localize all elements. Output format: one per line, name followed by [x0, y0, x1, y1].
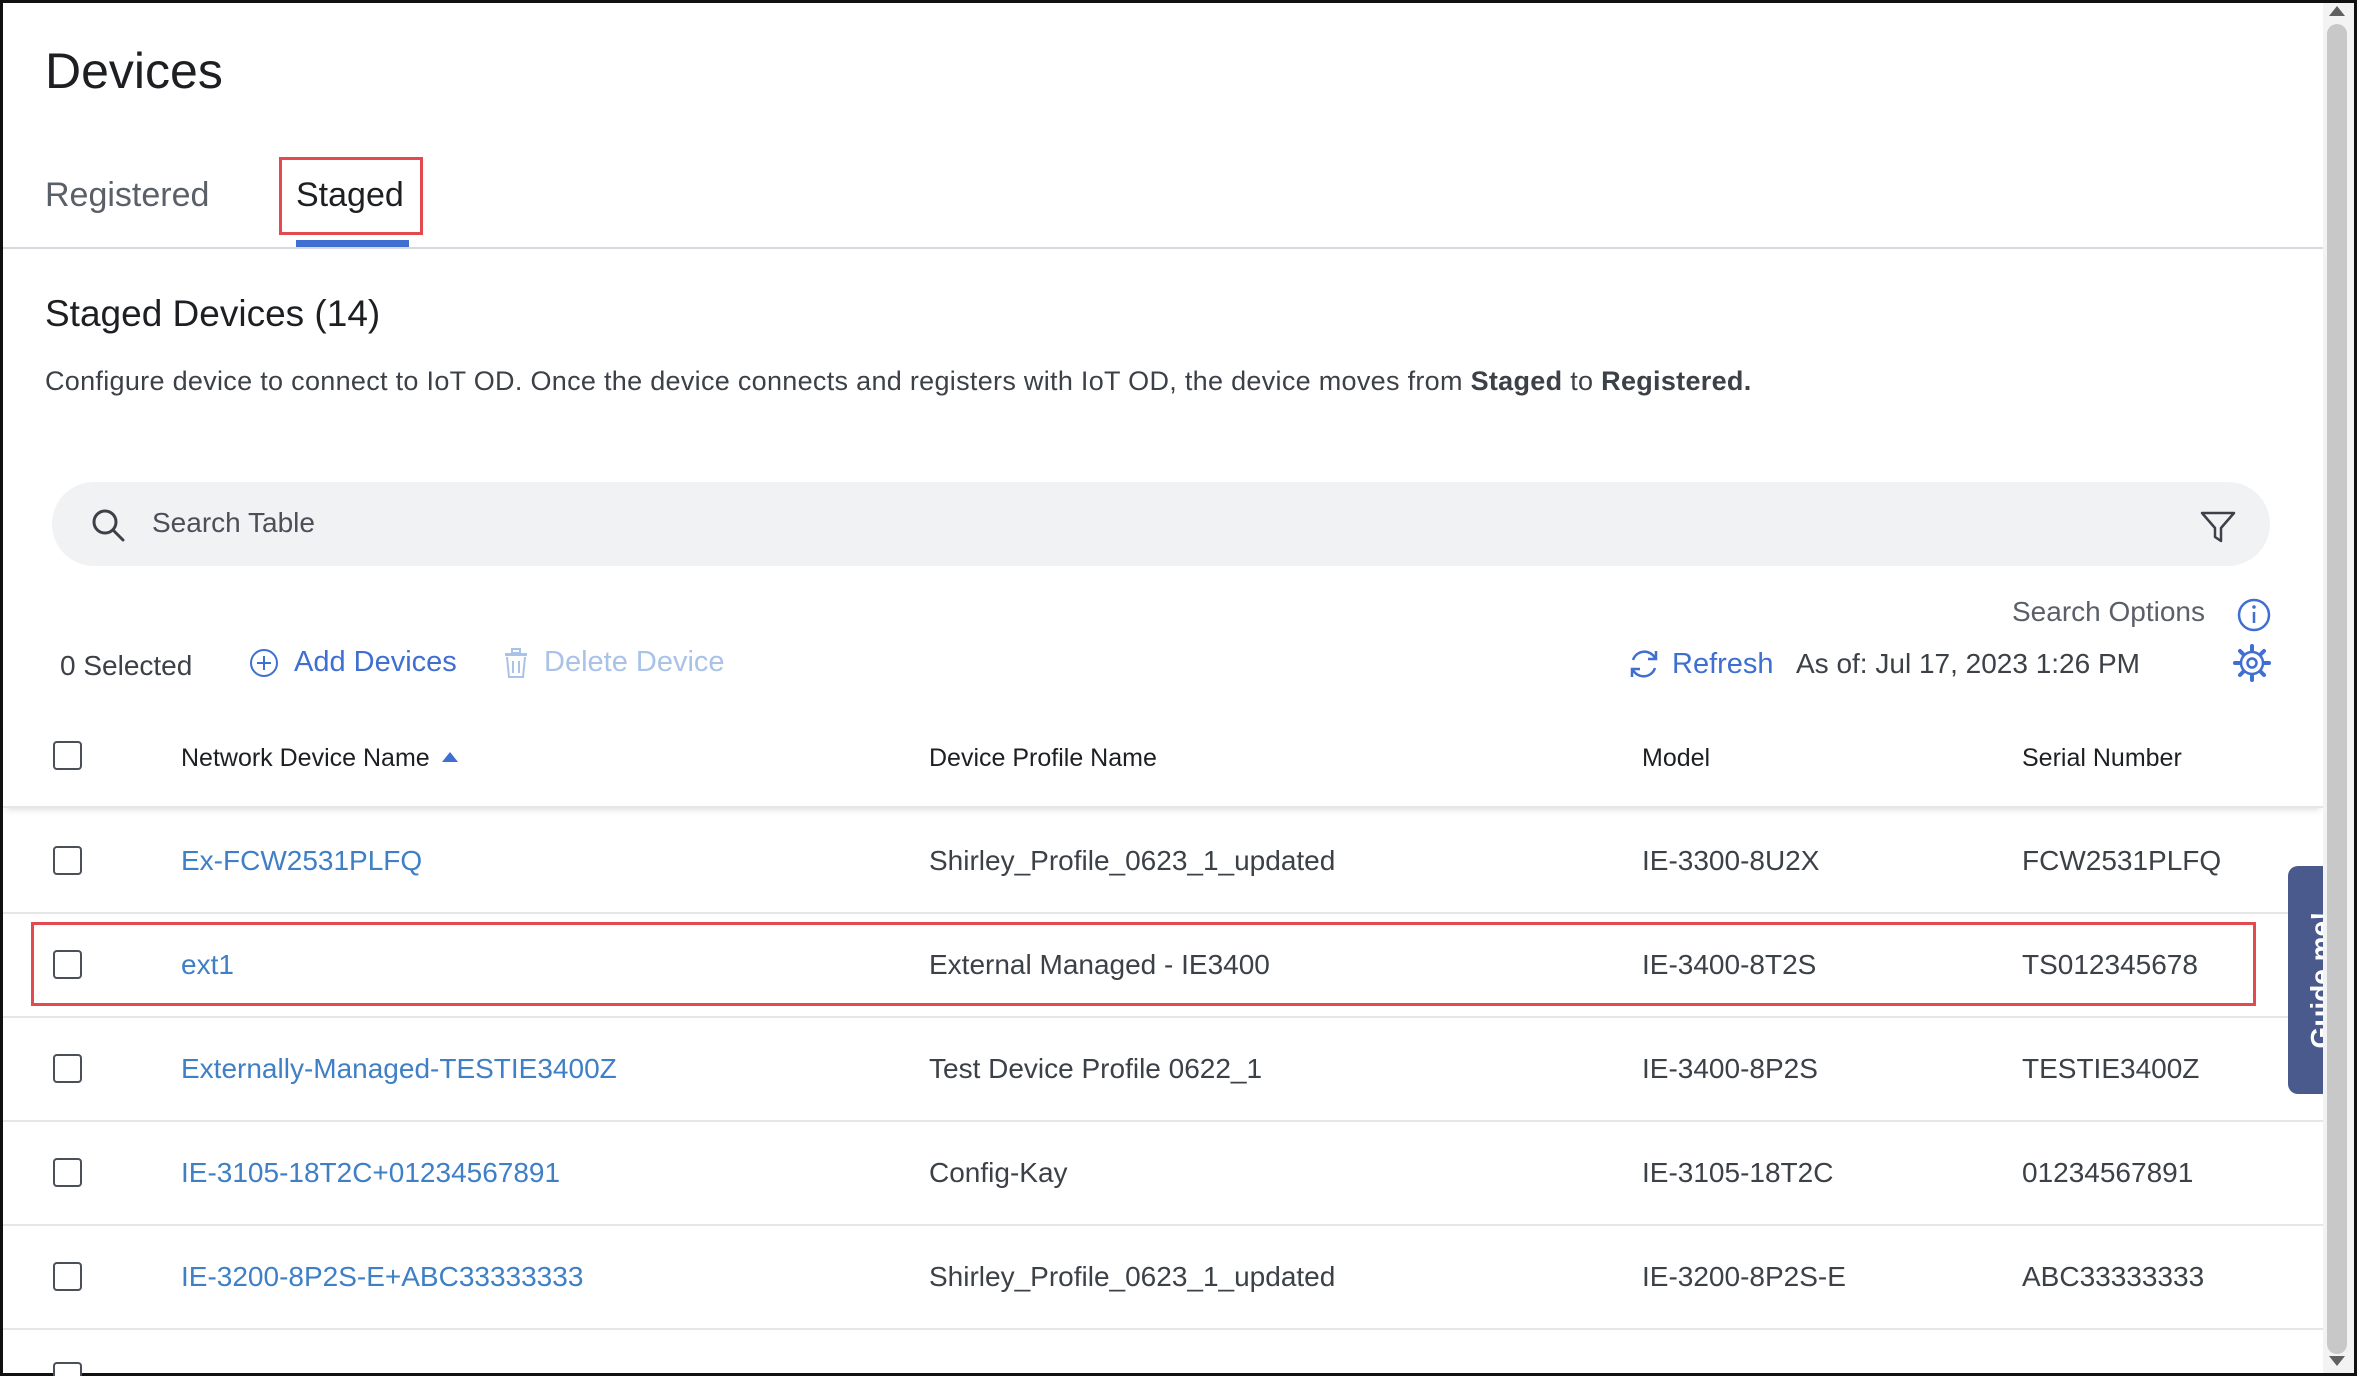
device-name-link[interactable]: ext1 — [181, 949, 234, 981]
scrollbar-thumb[interactable] — [2327, 24, 2347, 1354]
description-text: Configure device to connect to IoT OD. O… — [45, 366, 1471, 396]
device-profile-name: Shirley_Profile_0623_1_updated — [929, 845, 1336, 876]
column-header-model[interactable]: Model — [1642, 744, 1710, 773]
device-model: IE-3200-8P2S-E — [1642, 1261, 1846, 1292]
row-checkbox-partial[interactable] — [53, 1362, 82, 1376]
device-model: IE-3300-8U2X — [1642, 845, 1820, 876]
device-model: IE-3400-8P2S — [1642, 1053, 1818, 1084]
row-checkbox[interactable] — [53, 1262, 82, 1291]
search-input[interactable] — [150, 500, 2054, 546]
search-options-label[interactable]: Search Options — [2012, 596, 2205, 628]
row-checkbox[interactable] — [53, 846, 82, 875]
device-serial: FCW2531PLFQ — [2022, 845, 2222, 876]
column-header-serial-number[interactable]: Serial Number — [2022, 744, 2182, 773]
description-registered: Registered. — [1601, 366, 1752, 396]
device-serial: TESTIE3400Z — [2022, 1053, 2200, 1084]
gear-icon[interactable] — [2232, 643, 2272, 683]
device-serial: ABC33333333 — [2022, 1261, 2205, 1292]
row-checkbox[interactable] — [53, 1158, 82, 1187]
plus-circle-icon — [250, 648, 278, 677]
column-header-label: Network Device Name — [181, 744, 430, 772]
tab-divider — [3, 247, 2323, 249]
device-serial: 01234567891 — [2022, 1157, 2194, 1188]
scroll-up-arrow-icon[interactable] — [2329, 6, 2345, 16]
description-staged: Staged — [1470, 366, 1563, 396]
page-title: Devices — [45, 43, 223, 99]
device-name-link[interactable]: Ex-FCW2531PLFQ — [181, 845, 422, 877]
add-devices-label: Add Devices — [294, 646, 457, 678]
row-checkbox[interactable] — [53, 1054, 82, 1083]
device-profile-name: Shirley_Profile_0623_1_updated — [929, 1261, 1336, 1292]
refresh-button[interactable]: Refresh — [1626, 646, 1774, 682]
section-description: Configure device to connect to IoT OD. O… — [45, 366, 1752, 397]
info-icon[interactable] — [2236, 597, 2272, 633]
sort-ascending-icon[interactable] — [441, 752, 458, 762]
device-profile-name: External Managed - IE3400 — [929, 949, 1270, 980]
add-devices-button[interactable]: Add Devices — [248, 646, 457, 679]
filter-icon[interactable] — [2198, 507, 2238, 547]
selected-count: 0 Selected — [60, 650, 193, 681]
as-of-timestamp: As of: Jul 17, 2023 1:26 PM — [1796, 648, 2140, 679]
delete-device-button[interactable]: Delete Device — [502, 646, 725, 679]
device-name-link[interactable]: IE-3105-18T2C+01234567891 — [181, 1157, 560, 1189]
device-model: IE-3105-18T2C — [1642, 1157, 1834, 1188]
trash-icon — [505, 647, 527, 678]
description-to: to — [1562, 366, 1602, 396]
column-header-device-profile-name[interactable]: Device Profile Name — [929, 744, 1157, 773]
column-header-network-device-name[interactable]: Network Device Name — [181, 744, 458, 773]
device-name-link[interactable]: IE-3200-8P2S-E+ABC33333333 — [181, 1261, 583, 1293]
row-checkbox[interactable] — [53, 950, 82, 979]
refresh-label: Refresh — [1672, 647, 1774, 680]
device-profile-name: Test Device Profile 0622_1 — [929, 1053, 1263, 1084]
scroll-down-arrow-icon[interactable] — [2329, 1356, 2345, 1366]
tab-staged[interactable]: Staged — [296, 176, 404, 215]
search-icon — [92, 509, 125, 542]
device-name-link[interactable]: Externally-Managed-TESTIE3400Z — [181, 1053, 617, 1085]
delete-device-label: Delete Device — [544, 646, 725, 678]
device-profile-name: Config-Kay — [929, 1157, 1068, 1188]
section-title: Staged Devices (14) — [45, 293, 381, 334]
select-all-checkbox[interactable] — [53, 741, 82, 770]
device-serial: TS012345678 — [2022, 949, 2198, 980]
device-model: IE-3400-8T2S — [1642, 949, 1817, 980]
refresh-icon — [1630, 650, 1658, 678]
tab-registered[interactable]: Registered — [45, 176, 209, 215]
